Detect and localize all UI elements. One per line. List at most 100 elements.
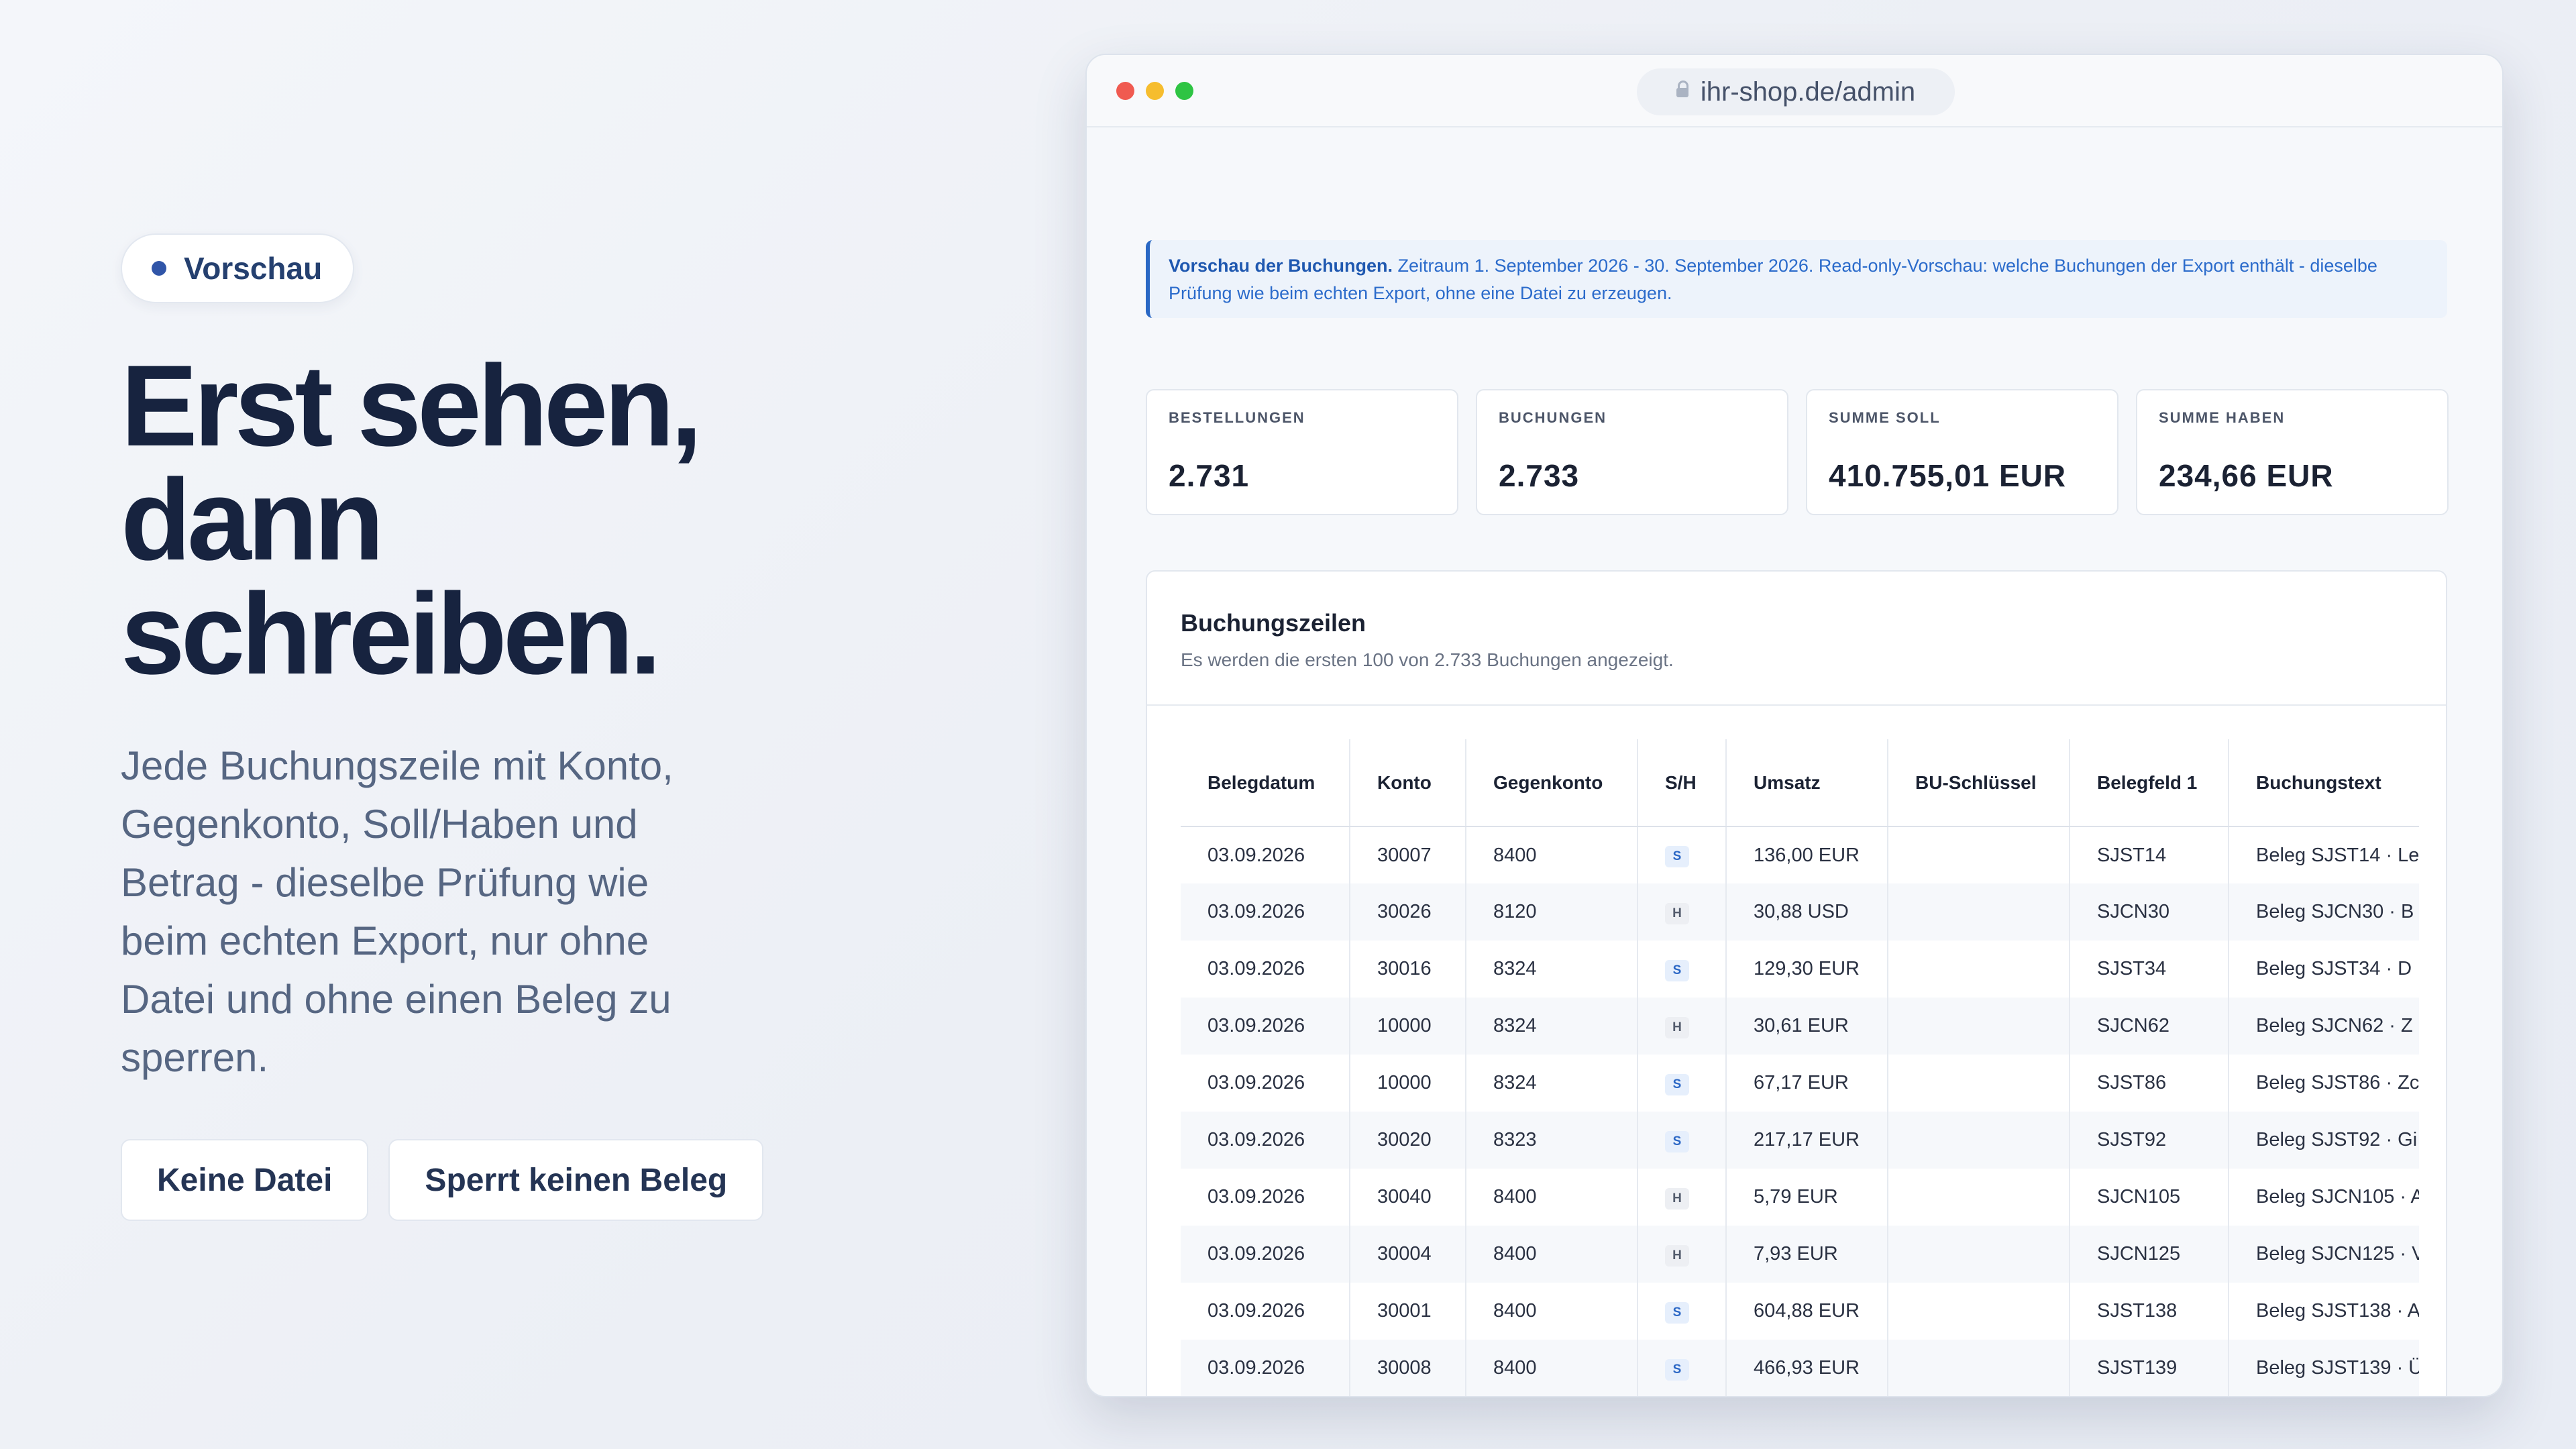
table-cell (1888, 883, 2070, 941)
browser-window: ihr-shop.de/admin Vorschau der Buchungen… (1085, 54, 2504, 1397)
table-cell: SJST34 (2070, 941, 2229, 998)
table-cell: S (1638, 941, 1727, 998)
table-cell (1888, 1112, 2070, 1169)
table-cell: Beleg SJST34 · D (2256, 958, 2412, 979)
table-cell: Beleg SJST139 · Ü (2229, 1340, 2419, 1396)
column-header[interactable]: Buchungstext (2229, 739, 2419, 827)
maximize-window-icon[interactable] (1175, 82, 1193, 100)
kpi-card-bookings: BUCHUNGEN 2.733 (1476, 389, 1788, 515)
table-row[interactable]: 03.09.2026 10000 8324 S 67,17 EUR SJST86 Beleg… (1181, 1055, 2419, 1112)
table-cell: 129,30 EUR (1726, 941, 1888, 998)
table-cell: SJCN125 (2070, 1226, 2229, 1283)
column-header[interactable]: Belegdatum (1181, 739, 1350, 827)
table-cell: 03.09.2026 (1181, 1226, 1350, 1283)
card-title: Buchungszeilen (1181, 609, 1366, 637)
table-cell: 8120 (1466, 883, 1638, 941)
table-cell: S (1638, 826, 1727, 883)
table-cell: 03.09.2026 (1181, 1169, 1350, 1226)
table-cell: 03.09.2026 (1181, 1283, 1350, 1340)
table-cell: 03.09.2026 (1181, 941, 1350, 998)
address-bar[interactable]: ihr-shop.de/admin (1637, 68, 1955, 115)
table-cell: 30040 (1350, 1169, 1466, 1226)
table-cell: 136,00 EUR (1726, 826, 1888, 883)
table-cell: 30001 (1350, 1283, 1466, 1340)
table-cell: H (1638, 883, 1727, 941)
table-cell: Beleg SJCN105 · A (2256, 1186, 2419, 1208)
card-header: Buchungszeilen Es werden die ersten 100 … (1147, 572, 2446, 706)
window-controls (1116, 82, 1193, 100)
preview-notice: Vorschau der Buchungen. Zeitraum 1. Sept… (1146, 240, 2447, 318)
column-header[interactable]: BU-Schlüssel (1888, 739, 2070, 827)
table-cell: 604,88 EUR (1726, 1283, 1888, 1340)
table-cell: 30008 (1350, 1340, 1466, 1396)
debit-credit-badge: S (1665, 1130, 1689, 1152)
table-cell: Beleg SJST92 · Gi (2229, 1112, 2419, 1169)
table-cell: 8400 (1466, 1283, 1638, 1340)
address-bar-url: ihr-shop.de/admin (1700, 76, 1916, 107)
kpi-label: BUCHUNGEN (1499, 409, 1607, 426)
table-cell: 67,17 EUR (1726, 1055, 1888, 1112)
table-cell: S (1638, 1283, 1727, 1340)
preview-badge: Vorschau (121, 233, 355, 303)
close-window-icon[interactable] (1116, 82, 1134, 100)
table-cell: 03.09.2026 (1181, 826, 1350, 883)
table-row[interactable]: 03.09.2026 30004 8400 H 7,93 EUR SJCN125 Beleg… (1181, 1226, 2419, 1283)
column-header[interactable]: Belegfeld 1 (2070, 739, 2229, 827)
table-cell: 30007 (1350, 826, 1466, 883)
feature-tags: Keine Datei Sperrt keinen Beleg (121, 1139, 792, 1221)
table-row[interactable]: 03.09.2026 30007 8400 S 136,00 EUR SJST14 Bele… (1181, 826, 2419, 883)
table-cell: 8324 (1466, 941, 1638, 998)
kpi-card-orders: BESTELLUNGEN 2.731 (1146, 389, 1458, 515)
table-cell: 03.09.2026 (1181, 883, 1350, 941)
minimize-window-icon[interactable] (1146, 82, 1164, 100)
table-cell: SJST139 (2070, 1340, 2229, 1396)
column-header[interactable]: S/H (1638, 739, 1727, 827)
table-cell: 8400 (1466, 1226, 1638, 1283)
table-cell: 30020 (1350, 1112, 1466, 1169)
lock-icon (1676, 80, 1688, 101)
debit-credit-badge: S (1665, 1073, 1689, 1095)
feature-tag-no-file: Keine Datei (121, 1139, 369, 1221)
table-row[interactable]: 03.09.2026 30008 8400 S 466,93 EUR SJST139 Bel… (1181, 1340, 2419, 1396)
table-cell: SJST86 (2070, 1055, 2229, 1112)
hero-headline: Erst sehen, dann schreiben. (121, 341, 702, 698)
table-cell: Beleg SJST138 · A (2256, 1300, 2419, 1322)
table-cell: 10000 (1350, 998, 1466, 1055)
kpi-value: 2.733 (1499, 458, 1580, 493)
column-header[interactable]: Konto (1350, 739, 1466, 827)
table-cell: Beleg SJCN125 · V (2229, 1226, 2419, 1283)
kpi-value: 2.731 (1169, 458, 1250, 493)
table-cell (1888, 1226, 2070, 1283)
kpi-card-credit-sum: SUMME HABEN 234,66 EUR (2136, 389, 2449, 515)
booking-lines-table: Belegdatum Konto Gegenkonto S/H Umsatz B… (1181, 739, 2419, 1396)
table-cell: 03.09.2026 (1181, 1112, 1350, 1169)
hero-section: Vorschau Erst sehen, dann schreiben. Jed… (121, 233, 792, 1221)
table-cell: H (1638, 1169, 1727, 1226)
table-cell (1888, 826, 2070, 883)
table-cell: Beleg SJST14 · Le (2256, 844, 2419, 866)
debit-credit-badge: H (1665, 1244, 1689, 1267)
table-row[interactable]: 03.09.2026 10000 8324 H 30,61 EUR SJCN62 Beleg… (1181, 998, 2419, 1055)
column-header[interactable]: Gegenkonto (1466, 739, 1638, 827)
column-header[interactable]: Umsatz (1726, 739, 1888, 827)
table-cell: SJST92 (2070, 1112, 2229, 1169)
table-cell: 30,61 EUR (1726, 998, 1888, 1055)
table-row[interactable]: 03.09.2026 30020 8323 S 217,17 EUR SJST92 Bele… (1181, 1112, 2419, 1169)
table-row[interactable]: 03.09.2026 30016 8324 S 129,30 EUR SJST34 Bele… (1181, 941, 2419, 998)
kpi-value: 410.755,01 EUR (1829, 458, 2067, 493)
table-row[interactable]: 03.09.2026 30026 8120 H 30,88 USD SJCN30 Beleg… (1181, 883, 2419, 941)
hero-lead-text: Jede Buchungszeile mit Konto, Gegenkonto… (121, 743, 674, 1080)
table-row[interactable]: 03.09.2026 30040 8400 H 5,79 EUR SJCN105 Beleg… (1181, 1169, 2419, 1226)
table-cell: SJCN105 (2070, 1169, 2229, 1226)
table-cell (1888, 1340, 2070, 1396)
table-cell: 5,79 EUR (1726, 1169, 1888, 1226)
booking-lines-card: Buchungszeilen Es werden die ersten 100 … (1146, 570, 2447, 1396)
browser-toolbar: ihr-shop.de/admin (1087, 55, 2502, 127)
table-cell: H (1638, 1226, 1727, 1283)
table-cell: Beleg SJST86 · Zc (2256, 1072, 2419, 1093)
table-cell: 03.09.2026 (1181, 1340, 1350, 1396)
kpi-label: SUMME HABEN (2159, 409, 2286, 426)
table-cell: 8324 (1466, 998, 1638, 1055)
table-row[interactable]: 03.09.2026 30001 8400 S 604,88 EUR SJST138 Bel… (1181, 1283, 2419, 1340)
table-cell: 03.09.2026 (1181, 1055, 1350, 1112)
